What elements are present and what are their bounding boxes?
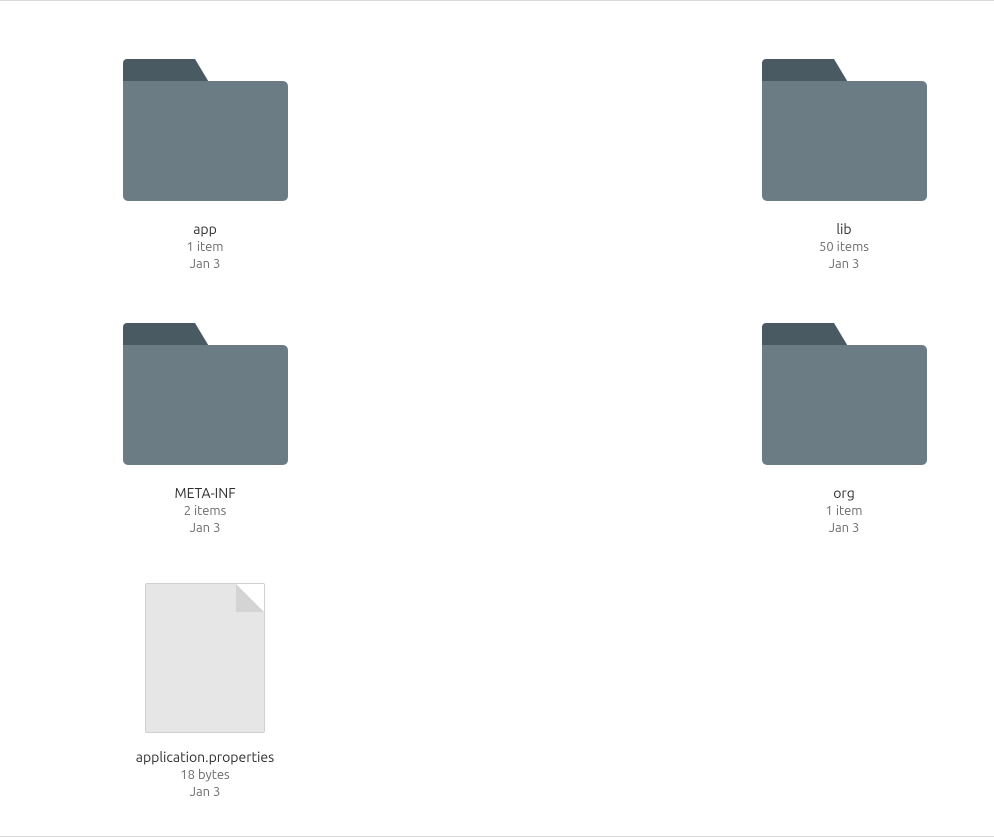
- file-browser-grid: app 1 item Jan 3 lib 50 items Jan 3 META: [0, 0, 994, 802]
- folder-icon: [759, 314, 929, 474]
- item-date: Jan 3: [174, 520, 235, 538]
- item-label-stack: application.properties 18 bytes Jan 3: [136, 748, 274, 802]
- item-name: application.properties: [136, 748, 274, 767]
- folder-icon: [120, 50, 290, 210]
- item-count: 1 item: [187, 239, 224, 257]
- item-label-stack: org 1 item Jan 3: [826, 484, 863, 538]
- folder-item-app[interactable]: app 1 item Jan 3: [120, 50, 290, 274]
- item-date: Jan 3: [187, 256, 224, 274]
- item-label-stack: app 1 item Jan 3: [187, 220, 224, 274]
- item-count: 2 items: [174, 503, 235, 521]
- item-label-stack: lib 50 items Jan 3: [819, 220, 869, 274]
- file-item-application-properties[interactable]: application.properties 18 bytes Jan 3: [120, 578, 290, 802]
- item-count: 50 items: [819, 239, 869, 257]
- folder-icon: [759, 50, 929, 210]
- item-count: 1 item: [826, 503, 863, 521]
- item-name: app: [187, 220, 224, 239]
- item-label-stack: META-INF 2 items Jan 3: [174, 484, 235, 538]
- item-date: Jan 3: [136, 784, 274, 802]
- folder-icon: [120, 314, 290, 474]
- folder-item-lib[interactable]: lib 50 items Jan 3: [759, 50, 929, 274]
- file-icon: [120, 578, 290, 738]
- item-date: Jan 3: [826, 520, 863, 538]
- item-size: 18 bytes: [136, 767, 274, 785]
- item-name: org: [826, 484, 863, 503]
- folder-item-meta-inf[interactable]: META-INF 2 items Jan 3: [120, 314, 290, 538]
- item-date: Jan 3: [819, 256, 869, 274]
- folder-item-org[interactable]: org 1 item Jan 3: [759, 314, 929, 538]
- window-top-border: [0, 0, 994, 1]
- item-name: META-INF: [174, 484, 235, 503]
- item-name: lib: [819, 220, 869, 239]
